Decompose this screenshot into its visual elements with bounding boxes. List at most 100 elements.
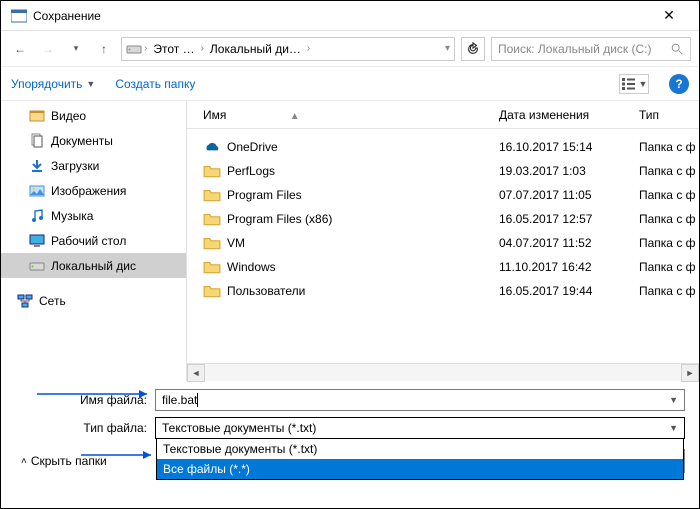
sidebar-item-video[interactable]: Видео [1,103,186,128]
title-bar: Сохранение ✕ [1,1,699,31]
refresh-button[interactable] [461,37,485,61]
app-icon [11,8,27,24]
help-button[interactable]: ? [669,74,689,94]
file-date: 11.10.2017 16:42 [499,260,639,274]
filetype-option-txt[interactable]: Текстовые документы (*.txt) [157,439,683,459]
file-name: OneDrive [227,140,499,154]
file-date: 16.05.2017 12:57 [499,212,639,226]
file-list-pane: Имя ▲ Дата изменения Тип OneDrive16.10.2… [187,101,699,381]
view-selector[interactable]: ▼ [619,74,649,94]
filetype-dropdown: Текстовые документы (*.txt) Все файлы (*… [156,438,684,480]
file-type: Папка с ф [639,140,699,154]
file-row[interactable]: VM04.07.2017 11:52Папка с ф [203,231,699,255]
file-name: Program Files [227,188,499,202]
recent-locations-button[interactable]: ▾ [65,38,87,60]
chevron-up-icon: ˄ [21,456,27,467]
refresh-icon [466,42,480,56]
chevron-right-icon: › [307,43,310,54]
back-button[interactable]: ← [9,38,31,60]
search-icon [670,42,684,56]
filetype-label: Тип файла: [15,421,155,435]
file-row[interactable]: Program Files (x86)16.05.2017 12:57Папка… [203,207,699,231]
folder-icon [203,282,221,300]
breadcrumb[interactable]: › Этот … › Локальный ди… › ▾ [121,37,455,61]
network-icon [17,293,33,309]
file-type: Папка с ф [639,188,699,202]
file-name: VM [227,236,499,250]
file-date: 07.07.2017 11:05 [499,188,639,202]
folder-icon [203,162,221,180]
filename-label: Имя файла: [15,393,155,407]
column-header-date[interactable]: Дата изменения [499,108,639,122]
chevron-right-icon: › [144,43,147,54]
file-type: Папка с ф [639,260,699,274]
chevron-down-icon: ▼ [639,79,648,89]
sidebar-item-pictures[interactable]: Изображения [1,178,186,203]
downloads-icon [29,158,45,174]
filetype-value: Текстовые документы (*.txt) [162,421,669,435]
dialog-bottom: Имя файла: file.bat ▼ Тип файла: Текстов… [1,381,699,479]
up-button[interactable]: ↑ [93,38,115,60]
pictures-icon [29,183,45,199]
sidebar-item-network[interactable]: Сеть [1,288,186,313]
file-type: Папка с ф [639,164,699,178]
music-icon [29,208,45,224]
sort-asc-icon: ▲ [290,111,300,122]
file-row[interactable]: Program Files07.07.2017 11:05Папка с ф [203,183,699,207]
sidebar-item-desktop[interactable]: Рабочий стол [1,228,186,253]
sidebar-item-localdisk[interactable]: Локальный дис [1,253,186,278]
search-input[interactable]: Поиск: Локальный диск (C:) [491,37,691,61]
sidebar-item-downloads[interactable]: Загрузки [1,153,186,178]
sidebar-item-documents[interactable]: Документы [1,128,186,153]
scroll-left-button[interactable]: ◄ [187,364,205,382]
window-title: Сохранение [33,9,649,23]
file-row[interactable]: Windows11.10.2017 16:42Папка с ф [203,255,699,279]
new-folder-button[interactable]: Создать папку [115,77,195,91]
forward-button[interactable]: → [37,38,59,60]
chevron-right-icon: › [201,43,204,54]
sidebar: Видео Документы Загрузки Изображения Муз… [1,101,187,381]
sidebar-item-music[interactable]: Музыка [1,203,186,228]
filename-input[interactable]: file.bat ▼ [155,389,685,411]
search-placeholder: Поиск: Локальный диск (C:) [498,42,670,56]
nav-bar: ← → ▾ ↑ › Этот … › Локальный ди… › ▾ Пои… [1,31,699,67]
horizontal-scrollbar[interactable]: ◄ ► [187,363,699,381]
organize-button[interactable]: Упорядочить ▼ [11,77,95,91]
file-row[interactable]: OneDrive16.10.2017 15:14Папка с ф [203,135,699,159]
desktop-icon [29,233,45,249]
scroll-right-button[interactable]: ► [681,364,699,382]
list-view-icon [621,77,637,91]
folder-icon [203,258,221,276]
file-name: Пользователи [227,284,499,298]
toolbar: Упорядочить ▼ Создать папку ▼ ? [1,67,699,101]
folder-icon [203,186,221,204]
video-icon [29,108,45,124]
file-name: Program Files (x86) [227,212,499,226]
file-name: Windows [227,260,499,274]
chevron-down-icon: ▼ [86,79,95,89]
chevron-down-icon[interactable]: ▾ [445,43,450,54]
file-name: PerfLogs [227,164,499,178]
file-date: 19.03.2017 1:03 [499,164,639,178]
column-header-name[interactable]: Имя ▲ [203,108,499,122]
folder-icon [203,210,221,228]
crumb-this-pc[interactable]: Этот … [149,42,198,56]
documents-icon [29,133,45,149]
chevron-down-icon[interactable]: ▼ [669,395,678,405]
drive-icon [126,41,142,57]
file-row[interactable]: Пользователи16.05.2017 19:44Папка с ф [203,279,699,303]
column-header-type[interactable]: Тип [639,108,699,122]
file-row[interactable]: PerfLogs19.03.2017 1:03Папка с ф [203,159,699,183]
filename-value: file.bat [162,393,669,408]
chevron-down-icon[interactable]: ▼ [669,423,678,433]
folder-icon [203,234,221,252]
column-headers: Имя ▲ Дата изменения Тип [187,101,699,129]
filetype-option-all[interactable]: Все файлы (*.*) [157,459,683,479]
file-date: 16.10.2017 15:14 [499,140,639,154]
hide-folders-toggle[interactable]: ˄ Скрыть папки [21,454,107,468]
drive-icon [29,258,45,274]
filetype-select[interactable]: Текстовые документы (*.txt) ▼ Текстовые … [155,417,685,439]
crumb-localdisk[interactable]: Локальный ди… [206,42,305,56]
close-button[interactable]: ✕ [649,7,689,24]
file-type: Папка с ф [639,284,699,298]
